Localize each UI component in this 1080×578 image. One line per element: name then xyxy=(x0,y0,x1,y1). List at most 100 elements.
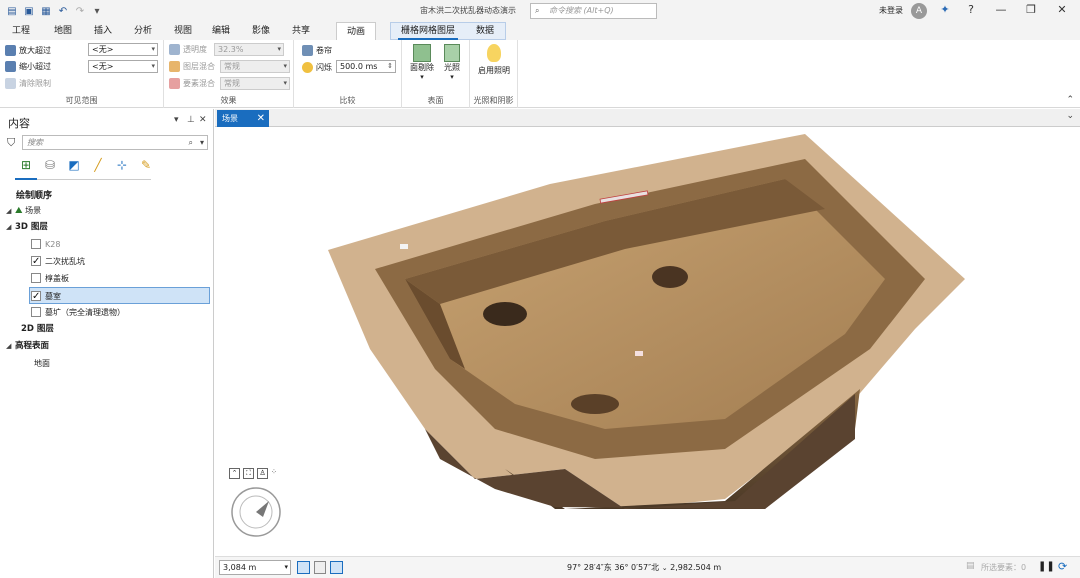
selection-icon: ▤ xyxy=(966,561,975,571)
command-search-input[interactable]: ⌕ 命令搜索 (Alt+Q) xyxy=(530,3,657,19)
face-culling-button[interactable]: 面剔除 ▾ xyxy=(406,44,438,81)
contents-pane: 内容 ▾ ⊥ ✕ ⛉ 搜索 ⌕ ▾ ⊞ ⛁ ◩ ╱ ⊹ ✎ 绘制顺序 ◢ ⛰ 场景… xyxy=(0,109,214,578)
tree-item-scene[interactable]: ◢ ⛰ 场景 xyxy=(0,202,214,219)
layer-visibility-checkbox[interactable] xyxy=(31,288,41,305)
surface-group-label: 表面 xyxy=(427,96,444,105)
contents-search-input[interactable]: 搜索 ⌕ ▾ xyxy=(22,135,208,150)
open-project-icon[interactable]: ▣ xyxy=(22,4,36,18)
undo-icon[interactable]: ↶ xyxy=(56,4,70,18)
close-icon[interactable]: ✕ xyxy=(257,110,265,127)
layer-blend-select[interactable]: 常规 ▾ xyxy=(220,60,290,73)
tab-view[interactable]: 视图 xyxy=(168,22,198,40)
table-icon[interactable] xyxy=(314,561,326,574)
tree-item-disturbance-pit[interactable]: 二次扰乱坑 xyxy=(0,253,214,270)
pin-icon[interactable]: ⊥ xyxy=(187,115,195,125)
compass-icon[interactable] xyxy=(229,485,283,539)
drawing-order-icon[interactable]: ⊞ xyxy=(18,157,34,173)
tab-project[interactable]: 工程 xyxy=(6,22,36,40)
restore-button[interactable]: ❐ xyxy=(1022,3,1040,16)
enable-lighting-button[interactable]: 启用照明 xyxy=(472,44,516,76)
tree-item-tomb-chamber[interactable]: 墓室 xyxy=(29,287,210,305)
full-extent-icon[interactable]: ⛶ xyxy=(243,468,254,479)
3d-scene-canvas[interactable] xyxy=(265,129,1025,559)
layer-visibility-checkbox[interactable] xyxy=(31,306,41,317)
tree-item-2d-layers[interactable]: 2D 图层 xyxy=(0,321,214,338)
chevron-down-icon[interactable]: ⌄ xyxy=(662,564,668,572)
refresh-icon[interactable]: ⟳ xyxy=(1058,560,1067,573)
tree-item-k28[interactable]: K28 xyxy=(0,236,214,253)
help-button[interactable]: ? xyxy=(962,3,980,16)
labeling-icon[interactable]: ✎ xyxy=(138,157,154,173)
selection-icon[interactable]: ◩ xyxy=(66,157,82,173)
tree-item-coffin-lid[interactable]: 椁盖板 xyxy=(0,270,214,287)
pause-icon[interactable]: ❚❚ xyxy=(1038,561,1055,572)
feature-blend-icon xyxy=(169,78,180,89)
status-bar: 3,084 m ▾ 97° 28′4″东 36° 0′57″北 ⌄ 2,982.5… xyxy=(215,556,1080,578)
face-culling-icon xyxy=(413,44,431,62)
tree-item-elevation-surfaces[interactable]: ◢ 高程表面 xyxy=(0,338,214,355)
clear-limits-button[interactable]: 清除限制 xyxy=(5,78,51,89)
pane-options-icon[interactable]: ▾ xyxy=(174,115,179,125)
scale-select[interactable]: 3,084 m ▾ xyxy=(219,560,291,575)
tree-item-ground[interactable]: 地面 xyxy=(0,355,214,372)
tree-item-tomb-pit[interactable]: 墓圹（完全清理遗物） xyxy=(0,304,214,321)
swipe-button[interactable]: 卷帘 xyxy=(302,45,332,56)
feature-blend-select[interactable]: 常规 ▾ xyxy=(220,77,290,90)
expand-icon[interactable]: ◢ xyxy=(6,219,15,236)
illumination-group-label: 光照和阴影 xyxy=(473,96,514,105)
stepper-icon[interactable]: ⇕ xyxy=(387,61,393,72)
disturbance-pit-2 xyxy=(652,266,688,288)
navigator-options-icon[interactable]: ⁘ xyxy=(271,468,277,479)
tab-scene[interactable]: 场景 ✕ xyxy=(217,110,269,127)
zoom-out-beyond-select[interactable]: <无> ▾ xyxy=(88,60,158,73)
tree-item-3d-layers[interactable]: ◢ 3D 图层 xyxy=(0,219,214,236)
collapse-ribbon-icon[interactable]: ⌃ xyxy=(1066,95,1074,105)
tab-share[interactable]: 共享 xyxy=(286,22,316,40)
grid-icon[interactable] xyxy=(297,561,310,574)
editing-icon[interactable]: ╱ xyxy=(90,157,106,173)
transparency-slider[interactable]: 32.3% ▾ xyxy=(214,43,284,56)
chevron-down-icon[interactable]: ▾ xyxy=(200,136,204,149)
tab-mesh-layer[interactable]: 栅格网格图层 xyxy=(398,22,458,40)
tab-edit[interactable]: 编辑 xyxy=(206,22,236,40)
layer-visibility-checkbox[interactable] xyxy=(31,272,41,283)
signin-status[interactable]: 未登录 xyxy=(879,5,903,16)
tab-data[interactable]: 数据 xyxy=(470,22,500,40)
elevation-readout: 2,982.504 m xyxy=(670,563,722,572)
expand-icon[interactable]: ◢ xyxy=(6,203,15,220)
zoom-in-beyond-select[interactable]: <无> ▾ xyxy=(88,43,158,56)
navigator-control[interactable]: ⌃ ⛶ ♙ ⁘ xyxy=(229,468,283,542)
close-button[interactable]: ✕ xyxy=(1053,3,1071,16)
tab-map[interactable]: 地图 xyxy=(48,22,78,40)
notifications-icon[interactable]: ✦ xyxy=(936,3,954,16)
data-source-icon[interactable]: ⛁ xyxy=(42,157,58,173)
tab-analysis[interactable]: 分析 xyxy=(128,22,158,40)
tab-insert[interactable]: 插入 xyxy=(88,22,118,40)
filter-icon[interactable]: ⛉ xyxy=(7,136,15,150)
customize-toolbar-icon[interactable]: ▾ xyxy=(90,4,104,18)
layer-visibility-checkbox[interactable] xyxy=(31,238,41,249)
lighting-button[interactable]: 光照 ▾ xyxy=(438,44,466,81)
tab-imagery[interactable]: 影像 xyxy=(246,22,276,40)
layer-visibility-checkbox[interactable] xyxy=(31,253,41,270)
flicker-interval-input[interactable]: 500.0 ms ⇕ xyxy=(336,60,396,73)
avatar[interactable]: A xyxy=(911,3,927,19)
minimize-button[interactable]: — xyxy=(992,3,1010,16)
expand-icon[interactable]: ◢ xyxy=(6,338,15,355)
disturbance-pit-1 xyxy=(483,302,527,326)
extent-icon[interactable] xyxy=(330,561,343,574)
layer-blend-icon xyxy=(169,61,180,72)
contents-search-placeholder: 搜索 xyxy=(27,138,43,147)
chevron-down-icon: ▾ xyxy=(151,62,155,70)
pan-up-icon[interactable]: ⌃ xyxy=(229,468,240,479)
chevron-down-icon[interactable]: ⌄ xyxy=(1066,111,1074,121)
layer-blend-label: 图层混合 xyxy=(169,61,215,72)
close-pane-icon[interactable]: ✕ xyxy=(199,115,207,125)
new-project-icon[interactable]: ▤ xyxy=(5,4,19,18)
save-icon[interactable]: ▦ xyxy=(39,4,53,18)
snapping-icon[interactable]: ⊹ xyxy=(114,157,130,173)
walk-mode-icon[interactable]: ♙ xyxy=(257,468,268,479)
chevron-down-icon: ▾ xyxy=(277,45,281,53)
redo-icon[interactable]: ↷ xyxy=(73,4,87,18)
tab-animation[interactable]: 动画 xyxy=(336,22,376,40)
